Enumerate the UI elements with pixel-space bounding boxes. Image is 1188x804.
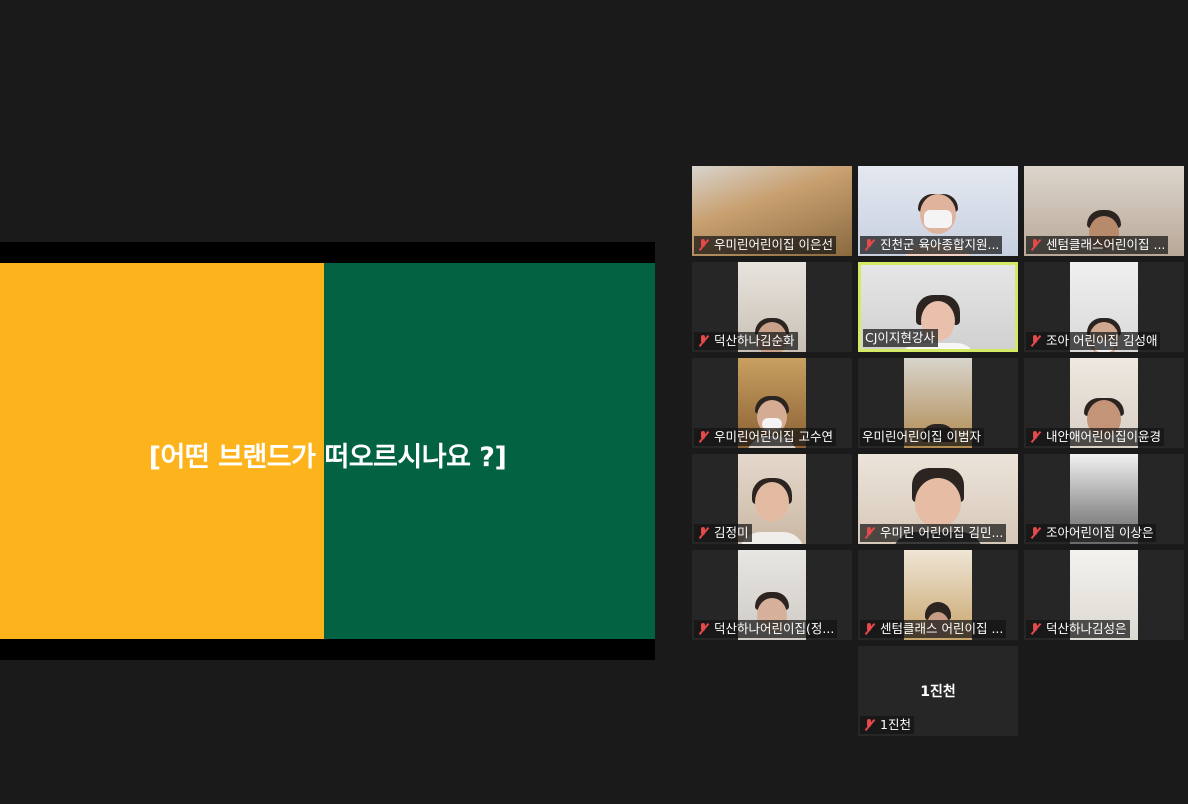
participant-tile[interactable]: 우미린어린이집 고수연 xyxy=(692,358,852,448)
participant-tile[interactable]: 김정미 xyxy=(692,454,852,544)
mic-muted-icon xyxy=(1028,526,1042,540)
participant-tile[interactable]: 우미린어린이집 이은선 xyxy=(692,166,852,256)
participant-tile[interactable]: 조아어린이집 이상은 xyxy=(1024,454,1184,544)
participant-name-bar: 1진천 xyxy=(860,716,914,734)
participant-name: 덕산하나어린이집(정... xyxy=(714,621,835,636)
participant-name: 우미린어린이집 이은선 xyxy=(714,237,833,252)
participant-tile[interactable]: 덕산하나김성은 xyxy=(1024,550,1184,640)
participant-name-bar: 조아어린이집 이상은 xyxy=(1026,524,1157,542)
participant-name: CJ이지현강사 xyxy=(865,330,935,345)
presentation-slide: [어떤 브랜드가 떠오르시나요 ?] xyxy=(0,263,655,639)
participant-name: 내안애어린이집이윤경 xyxy=(1046,429,1162,444)
mic-muted-icon xyxy=(862,526,876,540)
participant-name-bar: 덕산하나김성은 xyxy=(1026,620,1130,638)
participant-tile[interactable]: 덕산하나김순화 xyxy=(692,262,852,352)
participant-avatar xyxy=(755,482,789,522)
mic-muted-icon xyxy=(696,334,710,348)
participant-name: 조아어린이집 이상은 xyxy=(1046,525,1154,540)
participant-name-bar: 진천군 육아종합지원... xyxy=(860,236,1003,254)
participant-name: 센텀클래스어린이집 ... xyxy=(1046,237,1166,252)
participant-name: 1진천 xyxy=(880,717,911,732)
participant-name-bar: 덕산하나어린이집(정... xyxy=(694,620,838,638)
participant-name: 덕산하나김순화 xyxy=(714,333,795,348)
participant-display-name: 1진천 xyxy=(920,684,956,700)
participant-name: 진천군 육아종합지원... xyxy=(880,237,1000,252)
participant-tile[interactable]: 센텀클래스 어린이집 ... xyxy=(858,550,1018,640)
mic-muted-icon xyxy=(1028,430,1042,444)
participant-name: 우미린어린이집 고수연 xyxy=(714,429,833,444)
mic-muted-icon xyxy=(696,526,710,540)
participant-name-bar: 우미린어린이집 고수연 xyxy=(694,428,836,446)
participant-name-bar: 덕산하나김순화 xyxy=(694,332,798,350)
participant-name-bar: 우미린 어린이집 김민... xyxy=(860,524,1007,542)
participant-avatar xyxy=(924,210,952,228)
participant-name: 덕산하나김성은 xyxy=(1046,621,1127,636)
participant-name-bar: 우미린어린이집 이범자 xyxy=(860,428,984,446)
participant-name-bar: 센텀클래스어린이집 ... xyxy=(1026,236,1169,254)
participant-tile[interactable]: 내안애어린이집이윤경 xyxy=(1024,358,1184,448)
participant-tile-no-video[interactable]: 1진천 1진천 xyxy=(858,646,1018,736)
participant-name-bar: 내안애어린이집이윤경 xyxy=(1026,428,1165,446)
participant-name: 우미린 어린이집 김민... xyxy=(880,525,1004,540)
participant-tile[interactable]: 덕산하나어린이집(정... xyxy=(692,550,852,640)
participant-name: 조아 어린이집 김성애 xyxy=(1046,333,1158,348)
participant-name: 우미린어린이집 이범자 xyxy=(862,429,981,444)
participant-name-bar: 조아 어린이집 김성애 xyxy=(1026,332,1161,350)
participant-name-bar: 우미린어린이집 이은선 xyxy=(694,236,836,254)
mic-muted-icon xyxy=(1028,622,1042,636)
mic-muted-icon xyxy=(862,718,876,732)
participant-gallery: 우미린어린이집 이은선 진천군 육아종합지원... 센텀클래스어린이집 ... xyxy=(692,166,1184,736)
participant-name: 센텀클래스 어린이집 ... xyxy=(880,621,1004,636)
shared-screen: [어떤 브랜드가 떠오르시나요 ?] xyxy=(0,242,655,660)
mic-muted-icon xyxy=(696,238,710,252)
participant-tile-active-speaker[interactable]: CJ이지현강사 xyxy=(858,262,1018,352)
mic-muted-icon xyxy=(862,622,876,636)
participant-tile[interactable]: 우미린어린이집 이범자 xyxy=(858,358,1018,448)
participant-tile[interactable]: 진천군 육아종합지원... xyxy=(858,166,1018,256)
participant-tile[interactable]: 우미린 어린이집 김민... xyxy=(858,454,1018,544)
mic-muted-icon xyxy=(1028,238,1042,252)
participant-name-bar: CJ이지현강사 xyxy=(863,329,938,347)
mic-muted-icon xyxy=(696,430,710,444)
participant-name-bar: 센텀클래스 어린이집 ... xyxy=(860,620,1007,638)
participant-name-bar: 김정미 xyxy=(694,524,752,542)
mic-muted-icon xyxy=(696,622,710,636)
participant-avatar xyxy=(915,478,961,528)
participant-tile[interactable]: 조아 어린이집 김성애 xyxy=(1024,262,1184,352)
participant-name: 김정미 xyxy=(714,525,749,540)
slide-question: [어떤 브랜드가 떠오르시나요 ?] xyxy=(148,442,507,473)
mic-muted-icon xyxy=(862,238,876,252)
mic-muted-icon xyxy=(1028,334,1042,348)
participant-tile[interactable]: 센텀클래스어린이집 ... xyxy=(1024,166,1184,256)
